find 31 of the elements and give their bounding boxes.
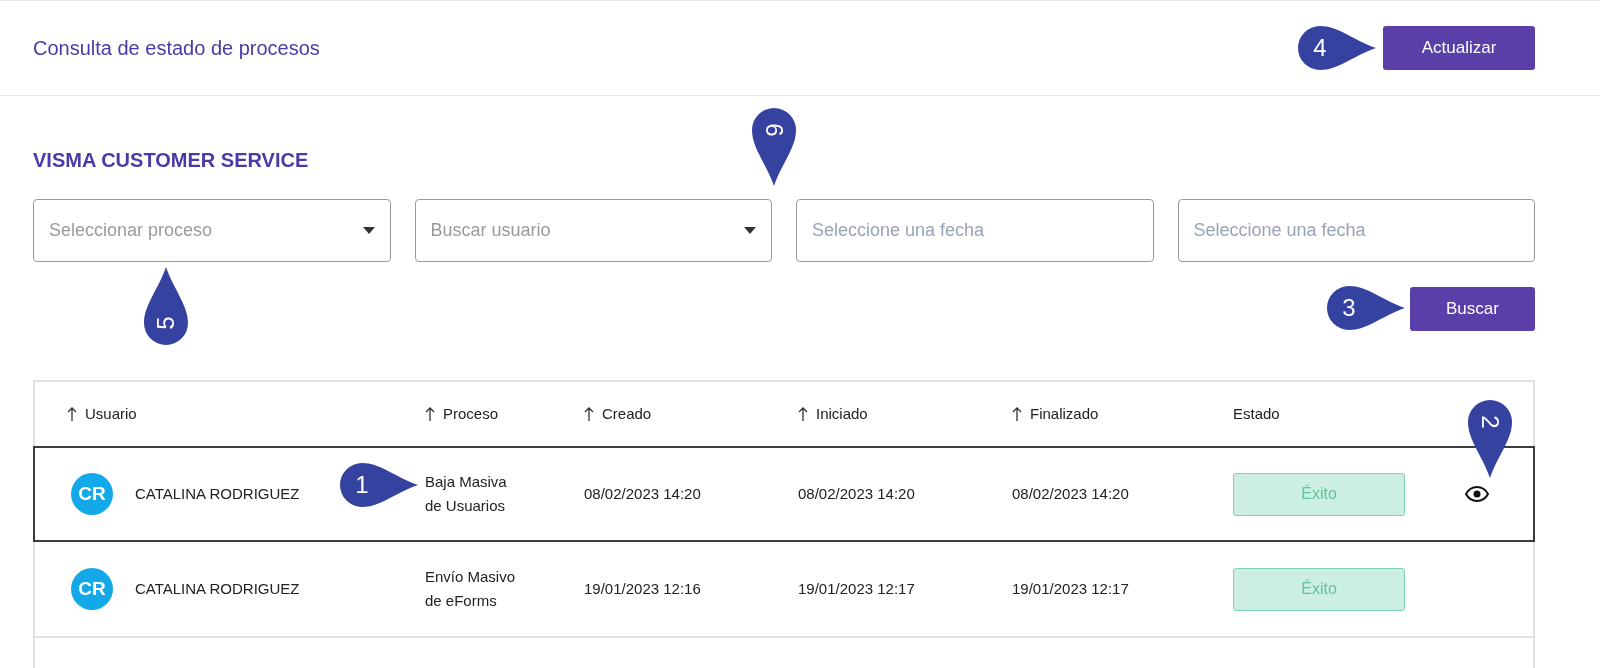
column-header[interactable]: Proceso: [425, 402, 584, 426]
process-name: Envío Masivo de eForms: [425, 567, 517, 611]
refresh-button[interactable]: Actualizar: [1383, 26, 1535, 70]
column-header[interactable]: Finalizado: [1012, 402, 1228, 426]
section-title: VISMA CUSTOMER SERVICE: [33, 148, 310, 172]
column-header[interactable]: Iniciado: [798, 402, 1012, 426]
created-date: 08/02/2023 14:20: [584, 485, 701, 502]
status-badge: Éxito: [1233, 472, 1405, 516]
callout-marker: 2: [1468, 400, 1512, 480]
column-header: Estado: [1232, 403, 1281, 424]
callout-marker: 6: [752, 108, 796, 188]
status-badge: Éxito: [1233, 567, 1405, 611]
user-avatar: CR: [71, 473, 113, 515]
user-name: CATALINA RODRIGUEZ: [135, 578, 300, 599]
process-name: Baja Masiva de Usuarios: [425, 472, 508, 516]
user-name: CATALINA RODRIGUEZ: [135, 483, 300, 504]
finished-date: 08/02/2023 14:20: [1012, 485, 1129, 502]
user-avatar: CR: [71, 568, 113, 610]
page-title: Consulta de estado de procesos: [33, 36, 320, 61]
callout-marker: 5: [144, 265, 188, 345]
callout-marker: 3: [1327, 286, 1407, 330]
started-date: 08/02/2023 14:20: [798, 485, 915, 502]
search-button[interactable]: Buscar: [1410, 287, 1535, 331]
finished-date: 19/01/2023 12:17: [1012, 580, 1129, 597]
table-row[interactable]: CR CATALINA RODRIGUEZ Envío Masivo de eForms 19/01/2023 12:16 19/01/2023 12:17 19/01/2023 12:17 Éxito: [35, 542, 1533, 638]
created-date: 19/01/2023 12:16: [584, 580, 701, 597]
column-header[interactable]: Usuario: [67, 402, 425, 426]
column-header[interactable]: Creado: [584, 402, 798, 426]
callout-marker: 1: [340, 463, 420, 507]
started-date: 19/01/2023 12:17: [798, 580, 915, 597]
callout-marker: 4: [1298, 26, 1378, 70]
